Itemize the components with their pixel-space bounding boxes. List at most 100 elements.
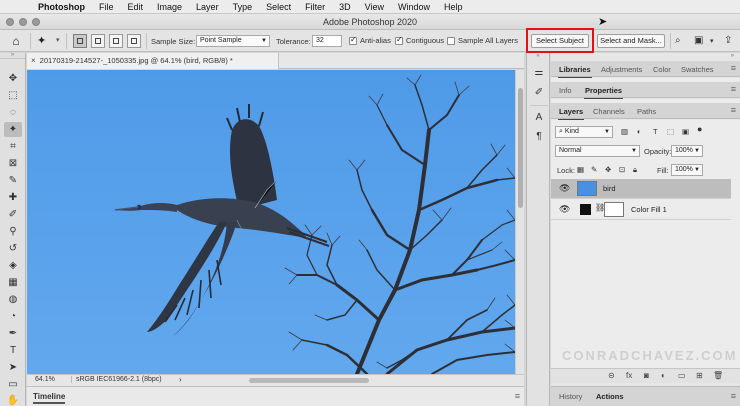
character-panel-icon[interactable]: A [532,111,546,125]
zoom-level[interactable]: 64.1% [35,376,55,383]
properties-panel-icon[interactable]: ⚌ [532,66,546,80]
lock-position-icon[interactable]: ✥ [605,165,611,174]
tab-paths[interactable]: Paths [637,107,656,116]
layer-name[interactable]: bird [603,184,616,193]
fx-icon[interactable]: fx [626,371,632,380]
filter-shape-icon[interactable]: ⬚ [667,127,674,136]
dodge-tool-icon[interactable]: ◔ [4,309,22,324]
lock-all-icon[interactable]: 🔒︎ [633,165,637,175]
chevron-right-icon[interactable]: › [179,375,182,384]
visibility-eye-icon[interactable]: 👁︎ [559,183,570,194]
tolerance-input[interactable]: 32 [312,35,342,47]
filter-pixel-icon[interactable]: ▨ [621,127,628,136]
lasso-tool-icon[interactable]: ◌ [4,105,22,120]
anti-alias-checkbox[interactable]: Anti-alias [349,35,391,45]
tab-properties[interactable]: Properties [583,86,624,100]
gradient-tool-icon[interactable]: ▦ [4,275,22,290]
select-and-mask-button[interactable]: Select and Mask... [597,34,665,48]
crop-tool-icon[interactable]: ⌗ [4,139,22,154]
filter-toggle-icon[interactable]: ● [697,124,702,134]
sample-all-layers-checkbox[interactable]: Sample All Layers [447,36,518,45]
new-adjustment-layer-icon[interactable]: ◐ [661,371,666,380]
magic-wand-tool-icon[interactable]: ✦ [4,122,22,137]
menu-file[interactable]: File [99,2,114,12]
healing-brush-tool-icon[interactable]: ✚ [4,190,22,205]
subtract-from-selection-button[interactable] [109,34,123,48]
new-group-icon[interactable]: ▭ [678,371,686,380]
panel-grip[interactable]: » [0,52,25,59]
trash-icon[interactable]: 🗑︎ [713,371,723,380]
fill-color-swatch[interactable] [580,204,591,215]
horizontal-scrollbar-thumb[interactable] [249,378,369,383]
menu-layer[interactable]: Layer [196,2,219,12]
menu-3d[interactable]: 3D [339,2,351,12]
menu-type[interactable]: Type [233,2,253,12]
menu-image[interactable]: Image [157,2,182,12]
menu-select[interactable]: Select [266,2,291,12]
panel-menu-icon[interactable]: ≡ [731,105,736,115]
magic-wand-tool-preset-icon[interactable]: ✦ [37,34,46,47]
search-icon[interactable]: ⌕ [675,35,681,46]
marquee-tool-icon[interactable]: ⬚ [4,88,22,103]
hand-tool-icon[interactable]: ✋ [4,393,22,406]
menu-filter[interactable]: Filter [305,2,325,12]
layer-row-bird[interactable]: 👁︎ bird [551,179,731,199]
pen-tool-icon[interactable]: ✒ [4,326,22,341]
layer-name[interactable]: Color Fill 1 [631,205,667,214]
lock-artboard-icon[interactable]: ⊡ [619,165,625,174]
filter-adjustment-icon[interactable]: ◐ [637,127,642,136]
tab-actions[interactable]: Actions [596,392,624,401]
expand-panels-icon[interactable]: « [527,53,549,61]
tab-layers[interactable]: Layers [557,107,585,121]
tab-info[interactable]: Info [559,86,572,95]
menu-app-photoshop[interactable]: Photoshop [38,2,85,12]
tab-color[interactable]: Color [653,65,671,74]
tab-history[interactable]: History [559,392,582,401]
frame-tool-icon[interactable]: ⊠ [4,156,22,171]
fill-input[interactable]: 100% ▼ [671,164,703,176]
menu-view[interactable]: View [365,2,384,12]
tab-libraries[interactable]: Libraries [558,65,592,79]
menu-window[interactable]: Window [398,2,430,12]
new-selection-button[interactable] [73,34,87,48]
opacity-input[interactable]: 100% ▼ [671,145,703,157]
brush-tool-icon[interactable]: ✐ [4,207,22,222]
menu-help[interactable]: Help [444,2,463,12]
blur-tool-icon[interactable]: ◍ [4,292,22,307]
layer-mask-thumbnail[interactable] [604,202,624,217]
history-brush-tool-icon[interactable]: ↺ [4,241,22,256]
link-layers-icon[interactable]: ⊝ [608,371,615,380]
intersect-selection-button[interactable] [127,34,141,48]
new-layer-icon[interactable]: ⊞ [696,371,703,380]
menu-edit[interactable]: Edit [128,2,144,12]
add-to-selection-button[interactable] [91,34,105,48]
lock-transparent-icon[interactable]: ▦ [577,165,584,174]
sample-size-select[interactable]: Point Sample ▼ [196,35,270,47]
blend-mode-select[interactable]: Normal ▼ [555,145,640,157]
filter-type-icon[interactable]: T [653,127,658,136]
panel-menu-icon[interactable]: ≡ [731,391,736,401]
path-selection-tool-icon[interactable]: ➤ [4,360,22,375]
panel-menu-icon[interactable]: ≡ [731,84,736,94]
tab-adjustments[interactable]: Adjustments [601,65,642,74]
share-icon[interactable]: ⇪ [724,35,732,46]
image-canvas[interactable] [27,70,515,374]
type-tool-icon[interactable]: T [4,343,22,358]
visibility-eye-icon[interactable]: 👁︎ [559,204,570,215]
layer-row-color-fill[interactable]: 👁︎ ⛓︎ Color Fill 1 [551,200,731,220]
move-tool-icon[interactable]: ✥ [4,71,22,86]
document-tab[interactable]: × 20170319-214527-_1050335.jpg @ 64.1% (b… [27,53,279,69]
contiguous-checkbox[interactable]: Contiguous [395,35,444,45]
clone-stamp-tool-icon[interactable]: ⚲ [4,224,22,239]
panel-menu-icon[interactable]: ≡ [731,63,736,73]
rectangle-tool-icon[interactable]: ▭ [4,377,22,392]
tab-swatches[interactable]: Swatches [681,65,714,74]
collapse-panels-icon[interactable]: » [551,53,740,61]
tab-channels[interactable]: Channels [593,107,625,116]
eraser-tool-icon[interactable]: ◈ [4,258,22,273]
vertical-scrollbar[interactable] [515,70,524,374]
chevron-down-icon[interactable]: ▾ [710,37,714,45]
eyedropper-tool-icon[interactable]: ✎ [4,173,22,188]
paragraph-panel-icon[interactable]: ¶ [532,130,546,144]
add-mask-icon[interactable]: ◙ [644,371,649,380]
